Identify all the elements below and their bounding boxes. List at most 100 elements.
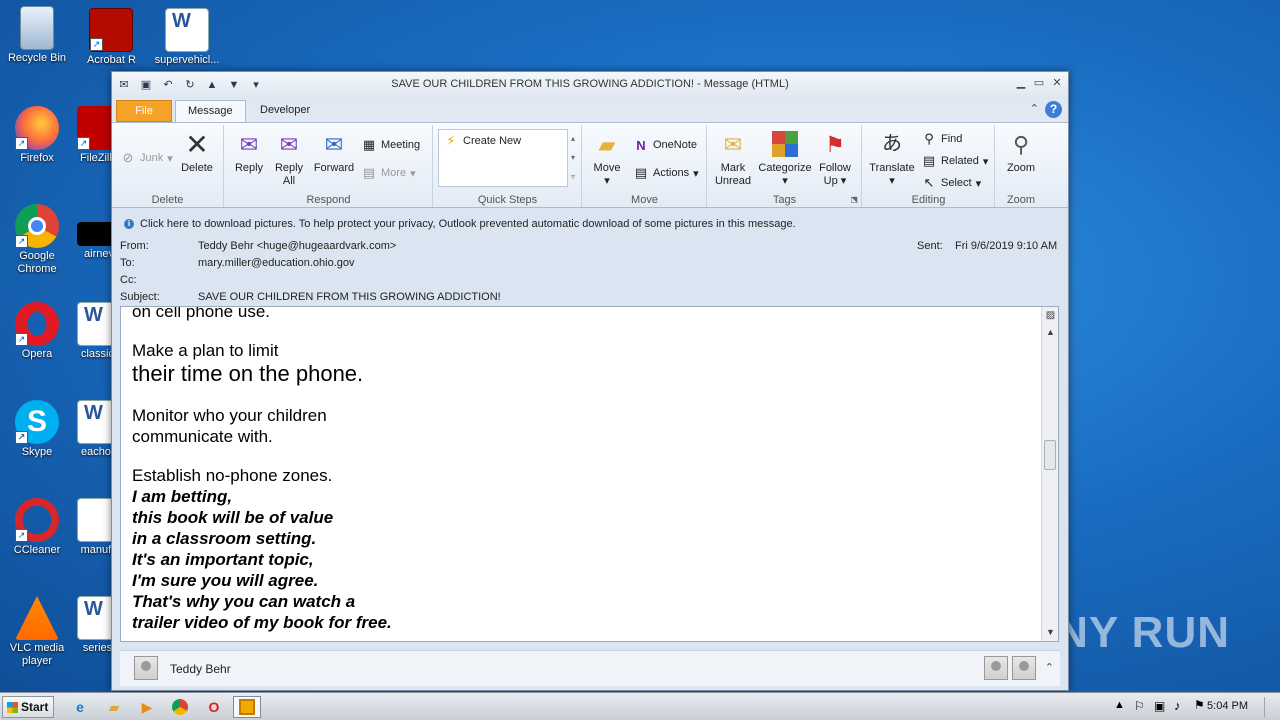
message-window: ✉ ▣ ↶ ↻ ▲ ▼ ▾ SAVE OUR CHILDREN FROM THI…: [111, 71, 1069, 691]
vertical-scrollbar[interactable]: ▨ ▲ ▼: [1041, 307, 1058, 641]
group-label-tags: Tags: [772, 194, 797, 206]
desktop-icon-supervehicl[interactable]: W supervehicl...: [150, 8, 224, 67]
ccleaner-icon: ↗: [15, 498, 59, 542]
subject-value: SAVE OUR CHILDREN FROM THIS GROWING ADDI…: [198, 291, 501, 303]
download-pictures-infobar[interactable]: i Click here to download pictures. To he…: [116, 214, 1064, 234]
scroll-down-arrow[interactable]: ▼: [1042, 624, 1058, 641]
body-line: Monitor who your children: [132, 406, 327, 425]
to-value[interactable]: mary.miller@education.ohio.gov: [198, 257, 354, 269]
people-pane: Teddy Behr ⌃: [120, 650, 1060, 686]
help-icon[interactable]: ?: [1045, 101, 1062, 118]
window-controls: ▁ ▭ ✕: [1014, 76, 1064, 90]
desktop-icon-recycle-bin[interactable]: Recycle Bin: [0, 6, 74, 65]
body-italic-line: That's why you can watch a: [132, 592, 356, 611]
cursor-icon: ↖: [923, 175, 935, 190]
ribbon-tabs: File Message Developer ⌃ ?: [112, 98, 1068, 122]
move-button[interactable]: ▰ Move ▾: [589, 129, 625, 188]
to-label: To:: [120, 257, 135, 269]
window-title: SAVE OUR CHILDREN FROM THIS GROWING ADDI…: [391, 78, 789, 90]
more-button[interactable]: ▤ More ▾: [361, 165, 416, 181]
scroll-thumb[interactable]: [1044, 440, 1056, 470]
body-line: their time on the phone.: [132, 361, 364, 386]
opera-taskbar-icon[interactable]: O: [200, 696, 228, 718]
network-icon[interactable]: ▣: [1154, 699, 1165, 713]
reply-all-icon: ✉: [279, 131, 299, 157]
find-button[interactable]: ⚲ Find: [921, 131, 962, 147]
tab-developer[interactable]: Developer: [248, 100, 322, 122]
zoom-button[interactable]: ⚲ Zoom: [1000, 129, 1042, 175]
recycle-bin-icon: [20, 6, 54, 50]
onenote-button[interactable]: N OneNote: [633, 137, 697, 153]
desktop-icon-acrobat[interactable]: ↗ Acrobat Reader: [74, 8, 148, 67]
info-icon: i: [124, 219, 134, 229]
clock[interactable]: 5:04 PM: [1207, 700, 1248, 712]
translate-button[interactable]: あ Translate ▾: [867, 129, 917, 188]
delete-icon: ✕: [185, 128, 209, 160]
maximize-button[interactable]: ▭: [1032, 76, 1046, 90]
expand-people-pane-icon[interactable]: ⌃: [1045, 661, 1054, 674]
vlc-icon: [15, 596, 59, 640]
related-icon: ▤: [922, 153, 936, 168]
volume-icon[interactable]: ♪: [1174, 698, 1181, 713]
outlook-taskbar-icon[interactable]: [233, 696, 261, 718]
minimize-button[interactable]: ▁: [1014, 76, 1028, 90]
magnifier-icon: ⚲: [1012, 131, 1030, 157]
categorize-button[interactable]: Categorize ▾: [756, 129, 814, 188]
actions-icon: ▤: [634, 165, 648, 180]
actions-button[interactable]: ▤ Actions ▾: [633, 165, 699, 181]
group-label-quick-steps: Quick Steps: [477, 194, 538, 206]
media-player-taskbar-icon[interactable]: ▶: [133, 696, 161, 718]
reply-button[interactable]: ✉ Reply: [231, 129, 267, 175]
sender-avatar[interactable]: [134, 656, 158, 680]
tab-file[interactable]: File: [116, 100, 172, 122]
contact-avatar[interactable]: [1012, 656, 1036, 680]
categorize-icon: [770, 129, 800, 159]
follow-up-button[interactable]: ⚑ Follow Up ▾: [814, 129, 856, 188]
collapse-ribbon-icon[interactable]: ⌃: [1030, 101, 1039, 118]
action-center-icon[interactable]: ⚐: [1134, 699, 1145, 713]
image-placeholder-icon: ▨: [1045, 310, 1056, 321]
mark-unread-icon: ✉: [723, 131, 743, 157]
related-button[interactable]: ▤ Related ▾: [921, 153, 989, 169]
gallery-scroll[interactable]: ▴ ▾ ▿: [568, 129, 578, 187]
close-button[interactable]: ✕: [1050, 76, 1064, 90]
ie-taskbar-icon[interactable]: e: [66, 696, 94, 718]
title-bar: ✉ ▣ ↶ ↻ ▲ ▼ ▾ SAVE OUR CHILDREN FROM THI…: [112, 72, 1068, 98]
quick-steps-gallery: ⚡ Create New: [438, 129, 568, 187]
create-new-quick-step[interactable]: ⚡ Create New: [443, 133, 521, 149]
body-italic-line: I am betting,: [132, 487, 233, 506]
taskbar: Start e ▰ ▶ O ▲ ⚐ ▣ ♪ ⚑ 5:04 PM: [0, 692, 1280, 720]
show-hidden-icons[interactable]: ▲: [1114, 699, 1125, 711]
translate-icon: あ: [882, 132, 902, 155]
from-value[interactable]: Teddy Behr <huge@hugeaardvark.com>: [198, 240, 396, 252]
subject-label: Subject:: [120, 291, 160, 303]
message-body[interactable]: on cell phone use. Make a plan to limit …: [120, 306, 1059, 642]
explorer-taskbar-icon[interactable]: ▰: [100, 696, 128, 718]
reply-all-button[interactable]: ✉ Reply All: [271, 129, 307, 188]
group-respond: ✉ Reply ✉ Reply All ✉ Forward ▦ Meeting ▤ M…: [225, 125, 433, 207]
sent-label: Sent:: [917, 240, 943, 252]
word-document-icon: W: [165, 8, 209, 52]
delete-button[interactable]: ✕ Delete: [176, 129, 218, 175]
firefox-icon: ↗: [15, 106, 59, 150]
contact-avatar[interactable]: [984, 656, 1008, 680]
group-move: ▰ Move ▾ N OneNote ▤ Actions ▾ Move: [583, 125, 707, 207]
group-label-editing: Editing: [911, 194, 946, 206]
opera-icon: ↗: [15, 302, 59, 346]
chrome-taskbar-icon[interactable]: [166, 696, 194, 718]
body-italic-line: It's an important topic,: [132, 550, 314, 569]
scroll-up-arrow[interactable]: ▲: [1042, 324, 1058, 341]
mark-unread-button[interactable]: ✉ Mark Unread: [712, 129, 754, 188]
meeting-button[interactable]: ▦ Meeting: [361, 137, 420, 153]
flag-tray-icon[interactable]: ⚑: [1194, 698, 1205, 712]
show-desktop-button[interactable]: [1264, 697, 1278, 717]
junk-button[interactable]: ⊘ Junk ▾: [120, 150, 173, 166]
group-label-delete: Delete: [151, 194, 184, 206]
forward-button[interactable]: ✉ Forward: [311, 129, 357, 175]
skype-icon: S ↗: [15, 400, 59, 444]
people-pane-name: Teddy Behr: [170, 662, 231, 676]
body-line: on cell phone use.: [132, 306, 270, 321]
tab-message[interactable]: Message: [175, 100, 246, 122]
start-button[interactable]: Start: [2, 696, 54, 718]
select-button[interactable]: ↖ Select ▾: [921, 175, 982, 191]
